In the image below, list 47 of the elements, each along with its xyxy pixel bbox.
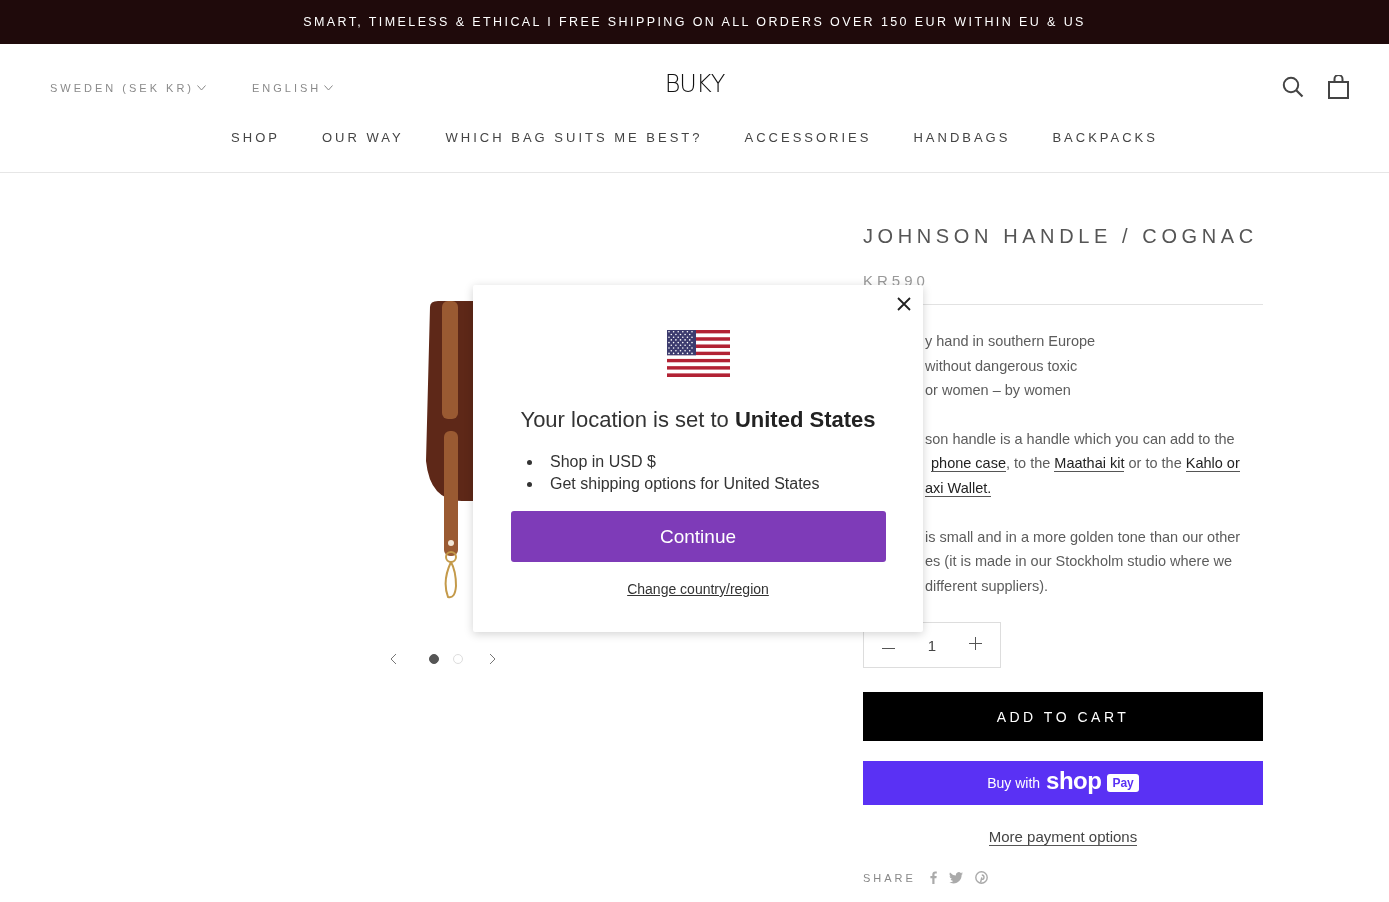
product-link[interactable]: Maathai kit [1054,455,1125,473]
popup-bullet: Get shipping options for United States [550,474,820,494]
description-text: different suppliers). [924,576,1050,596]
description-text: son handle is a handle which you can add to the [924,429,1236,449]
search-icon[interactable] [1282,76,1304,98]
description-text: y hand in southern Europe [924,332,1097,351]
nav-link[interactable]: HANDBAGS [913,130,1011,145]
nav-link[interactable]: ACCESSORIES [744,130,872,145]
popup-bullet: Shop in USD $ [550,452,656,472]
chevron-down-icon [324,84,334,91]
description-text: or women – by women [924,381,1072,401]
chevron-down-icon [197,84,206,91]
continue-button[interactable]: Continue [510,511,886,562]
shop-pay-prefix: Buy with [987,775,1041,792]
close-icon [897,297,911,311]
shop-pay-button[interactable]: Buy with shop Pay [863,761,1263,806]
quantity-value[interactable]: 1 [927,636,937,654]
nav-link[interactable]: OUR WAY [321,130,404,145]
plus-icon [968,637,982,651]
nav-link[interactable]: SHOP [231,130,280,145]
slide-dot[interactable] [429,654,439,664]
announcement-text: SMART, TIMELESS & ETHICAL I FREE SHIPPING ON ALL ORDERS OVER 150 EUR WITHIN EU & US [303,15,1086,29]
more-payment-options-link[interactable]: More payment options [988,828,1138,847]
language-selector[interactable]: ENGLISH [252,81,334,94]
shopping-bag-icon[interactable] [1328,75,1349,99]
nav-link[interactable]: WHICH BAG SUITS ME BEST? [445,130,703,145]
share-label: SHARE [863,871,916,884]
add-to-cart-button[interactable]: ADD TO CART [863,692,1263,742]
change-country-link[interactable]: Change country/region [627,581,769,597]
description-text: es (it is made in our Stockholm studio where we [924,552,1234,572]
product-link[interactable]: Kahlo or [1185,455,1240,473]
description-text: without dangerous toxic [924,356,1079,376]
nav-link[interactable]: BACKPACKS [1052,130,1158,145]
us-flag-icon [666,330,730,377]
bullet-icon [527,481,532,487]
product-link[interactable]: axi Wallet. [925,479,992,497]
bullet-icon [527,459,532,465]
logo[interactable]: BUKY [664,70,725,98]
product-link[interactable]: phone case [931,455,1006,473]
popup-heading: Your location is set to United States [519,407,877,433]
country-selector[interactable]: SWEDEN (SEK KR) [50,81,206,94]
product-title: JOHNSON HANDLE / COGNAC [863,225,1259,248]
shop-pay-logo: shop [1046,767,1102,796]
description-text: is small and in a more golden tone than our other [924,527,1242,547]
minus-icon [882,646,896,650]
close-button[interactable] [895,295,913,313]
pay-badge: Pay [1107,774,1139,793]
